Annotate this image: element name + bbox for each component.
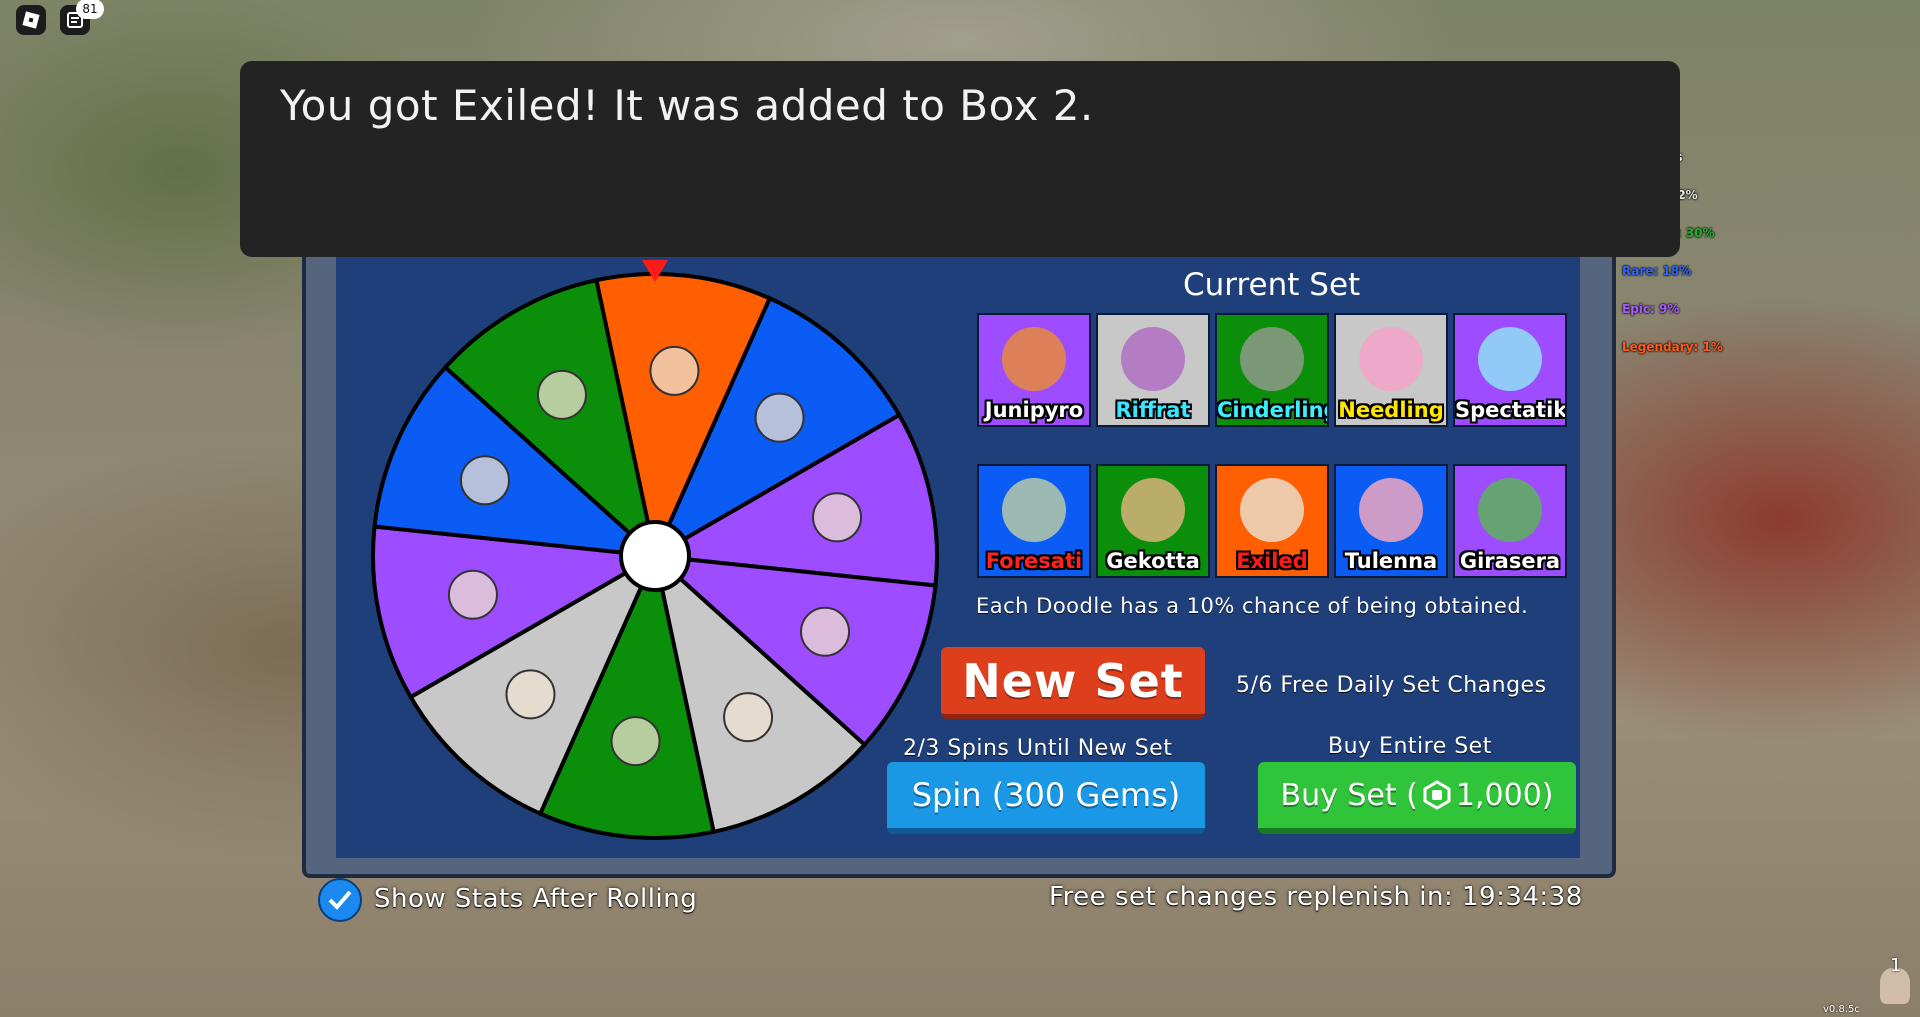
- show-stats-label[interactable]: Show Stats After Rolling: [374, 884, 697, 914]
- reward-toast: You got Exiled! It was added to Box 2.: [240, 61, 1680, 257]
- spin-wheel: [371, 260, 939, 840]
- doodle-name: Girasera: [1459, 549, 1561, 573]
- buy-set-label-post: 1,000): [1455, 777, 1554, 813]
- spin-button[interactable]: Spin (300 Gems): [887, 762, 1205, 834]
- doodle-card[interactable]: Junipyro: [977, 313, 1091, 427]
- replenish-timer: Free set changes replenish in: 19:34:38: [1049, 882, 1583, 912]
- chat-badge: 81: [76, 0, 104, 19]
- doodle-name: Foresati: [985, 549, 1083, 573]
- doodle-sprite-icon: [505, 669, 556, 720]
- new-set-button[interactable]: New Set: [941, 647, 1205, 719]
- buy-set-caption: Buy Entire Set: [1328, 734, 1492, 759]
- doodle-sprite-icon: [754, 392, 805, 443]
- doodle-name: Gekotta: [1106, 549, 1200, 573]
- chance-row: Rare: 18%: [1622, 264, 1692, 278]
- doodle-portrait-icon: [1002, 327, 1066, 391]
- doodle-sprite-icon: [610, 716, 661, 767]
- doodle-card[interactable]: Spectatik: [1453, 313, 1567, 427]
- version-label: v0.8.5c: [1823, 1004, 1860, 1015]
- doodle-portrait-icon: [1240, 478, 1304, 542]
- doodle-sprite-icon: [812, 492, 863, 543]
- doodle-sprite-icon: [723, 692, 774, 743]
- doodle-card[interactable]: Riffrat: [1096, 313, 1210, 427]
- chance-row: Epic: 9%: [1622, 302, 1680, 316]
- doodle-sprite-icon: [536, 369, 587, 420]
- doodle-portrait-icon: [1359, 478, 1423, 542]
- doodle-portrait-icon: [1002, 478, 1066, 542]
- doodle-portrait-icon: [1478, 478, 1542, 542]
- doodle-card[interactable]: Exiled: [1215, 464, 1329, 578]
- doodle-name: Riffrat: [1115, 398, 1191, 422]
- doodle-name: Tulenna: [1344, 549, 1438, 573]
- doodle-card[interactable]: Cinderling: [1215, 313, 1329, 427]
- doodle-name: Cinderling: [1217, 398, 1329, 422]
- robux-icon: [1423, 780, 1451, 810]
- buy-set-label-pre: Buy Set (: [1280, 777, 1418, 813]
- roblox-menu-button[interactable]: [16, 5, 46, 35]
- player-count: 1: [1890, 955, 1902, 976]
- doodle-card[interactable]: Foresati: [977, 464, 1091, 578]
- doodle-sprite-icon: [459, 455, 510, 506]
- doodle-sprite-icon: [447, 569, 498, 620]
- spins-until-label: 2/3 Spins Until New Set: [903, 736, 1173, 761]
- show-stats-checkbox[interactable]: [318, 878, 362, 922]
- doodle-name: Spectatik: [1455, 398, 1567, 422]
- chat-button[interactable]: 81: [60, 0, 104, 35]
- doodle-sprite-icon: [649, 345, 700, 396]
- wheel-hub: [619, 520, 691, 592]
- doodle-name: Needling: [1338, 398, 1444, 422]
- toast-message: You got Exiled! It was added to Box 2.: [280, 81, 1094, 130]
- checkmark-icon: [328, 890, 352, 910]
- doodle-portrait-icon: [1478, 327, 1542, 391]
- chance-row: Legendary: 1%: [1622, 340, 1723, 354]
- doodle-card[interactable]: Gekotta: [1096, 464, 1210, 578]
- doodle-card[interactable]: Tulenna: [1334, 464, 1448, 578]
- doodle-name: Junipyro: [984, 398, 1084, 422]
- doodle-sprite-icon: [800, 606, 851, 657]
- doodle-portrait-icon: [1240, 327, 1304, 391]
- doodle-portrait-icon: [1359, 327, 1423, 391]
- odds-note: Each Doodle has a 10% chance of being ob…: [976, 594, 1529, 618]
- doodle-portrait-icon: [1121, 478, 1185, 542]
- roblox-menu-icon: [22, 11, 40, 29]
- doodle-name: Exiled: [1236, 549, 1308, 573]
- doodle-card[interactable]: Needling: [1334, 313, 1448, 427]
- current-set-title: Current Set: [1183, 267, 1361, 303]
- daily-changes-label: 5/6 Free Daily Set Changes: [1236, 673, 1547, 698]
- buy-set-button[interactable]: Buy Set ( 1,000): [1258, 762, 1576, 834]
- doodle-card[interactable]: Girasera: [1453, 464, 1567, 578]
- doodle-portrait-icon: [1121, 327, 1185, 391]
